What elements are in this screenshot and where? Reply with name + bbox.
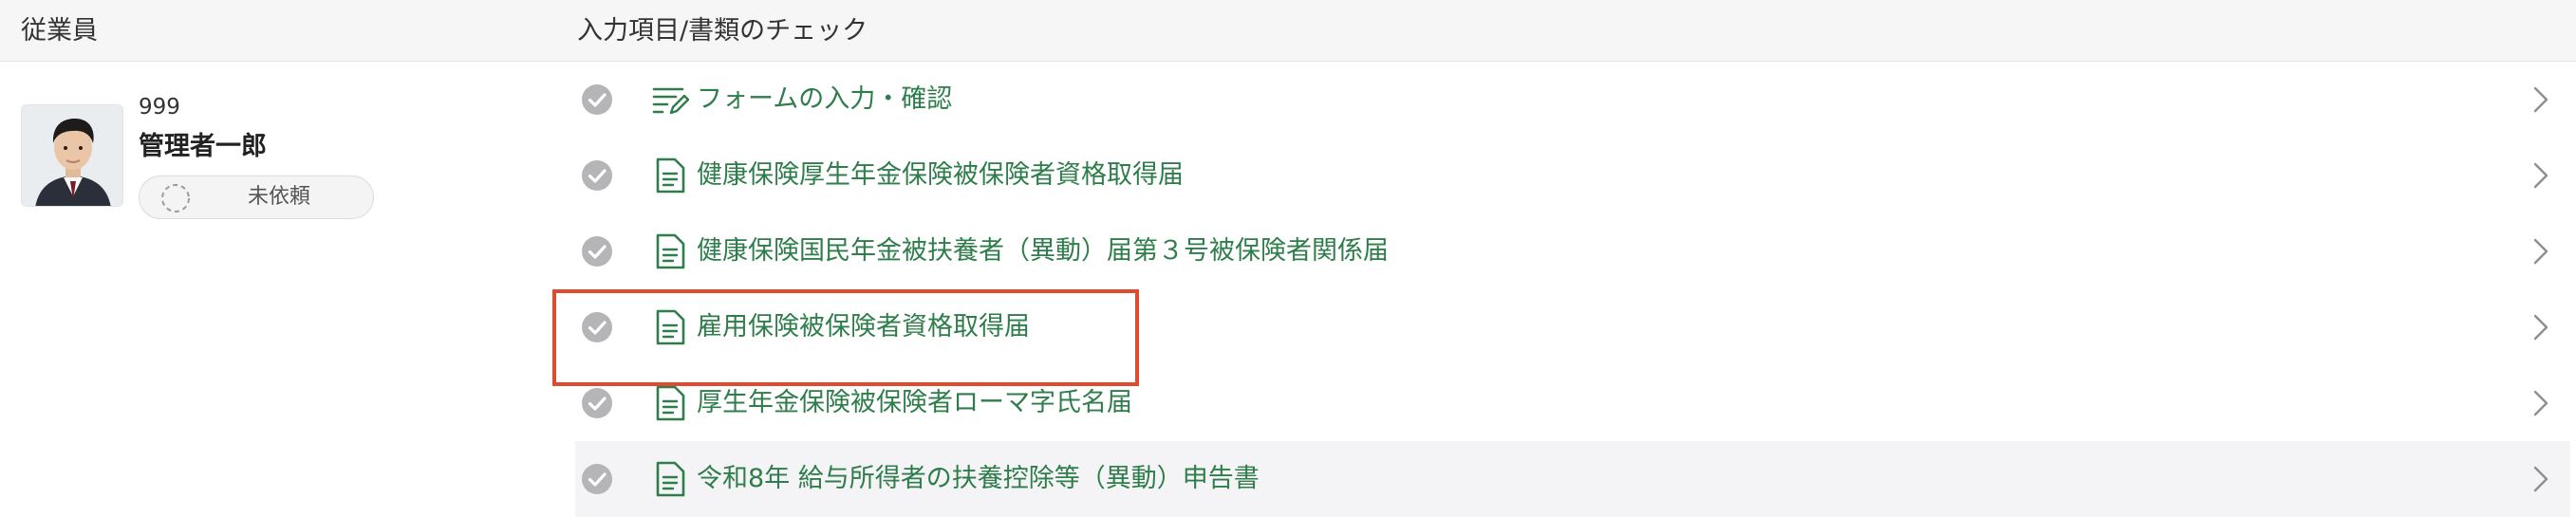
employee-column-header: 従業員 (21, 16, 98, 46)
item-label: 令和8年 給与所得者の扶養控除等（異動）申告書 (697, 464, 1260, 493)
list-item-form-input[interactable]: フォームの入力・確認 (575, 62, 2570, 138)
item-label: 厚生年金保険被保険者ローマ字氏名届 (697, 388, 1132, 417)
list-item-employment-insurance-acquisition[interactable]: 雇用保険被保険者資格取得届 (575, 289, 2570, 365)
document-icon (656, 385, 685, 421)
employee-name[interactable]: 管理者一郎 (139, 125, 267, 162)
document-icon (656, 461, 685, 497)
check-items-list: フォームの入力・確認 健康保険厚生年金保険被保険者資格取得届 健康保険国民年金被… (575, 62, 2576, 517)
form-edit-icon (652, 87, 689, 115)
item-label: 健康保険国民年金被扶養者（異動）届第３号被保険者関係届 (697, 236, 1389, 266)
person-photo-icon (22, 105, 122, 206)
check-circle-icon (582, 388, 612, 418)
list-item-dependent-deduction-declaration[interactable]: 令和8年 給与所得者の扶養控除等（異動）申告書 (575, 441, 2570, 517)
list-item-health-insurance-acquisition[interactable]: 健康保険厚生年金保険被保険者資格取得届 (575, 138, 2570, 213)
chevron-right-icon (2533, 238, 2548, 265)
status-label: 未依頼 (248, 185, 311, 209)
chevron-right-icon (2533, 86, 2548, 113)
chevron-right-icon (2533, 390, 2548, 416)
check-circle-icon (582, 236, 612, 267)
item-label: 雇用保険被保険者資格取得届 (697, 312, 1030, 342)
document-icon (656, 233, 685, 269)
check-circle-icon (582, 464, 612, 494)
check-circle-icon (582, 312, 612, 342)
chevron-right-icon (2533, 466, 2548, 492)
check-circle-icon (582, 84, 612, 115)
employee-number: 999 (139, 95, 180, 120)
document-icon (656, 157, 685, 194)
list-item-dependent-notification[interactable]: 健康保険国民年金被扶養者（異動）届第３号被保険者関係届 (575, 213, 2570, 289)
pending-status-icon (161, 184, 190, 212)
item-label: フォームの入力・確認 (697, 84, 953, 114)
list-item-romanized-name-notification[interactable]: 厚生年金保険被保険者ローマ字氏名届 (575, 365, 2570, 441)
table-header: 従業員 入力項目/書類のチェック (0, 0, 2576, 62)
avatar (21, 104, 123, 207)
items-column-header: 入力項目/書類のチェック (577, 16, 868, 46)
chevron-right-icon (2533, 162, 2548, 189)
check-circle-icon (582, 160, 612, 191)
chevron-right-icon (2533, 314, 2548, 341)
document-icon (656, 309, 685, 345)
item-label: 健康保険厚生年金保険被保険者資格取得届 (697, 160, 1184, 190)
status-badge: 未依頼 (139, 175, 374, 219)
